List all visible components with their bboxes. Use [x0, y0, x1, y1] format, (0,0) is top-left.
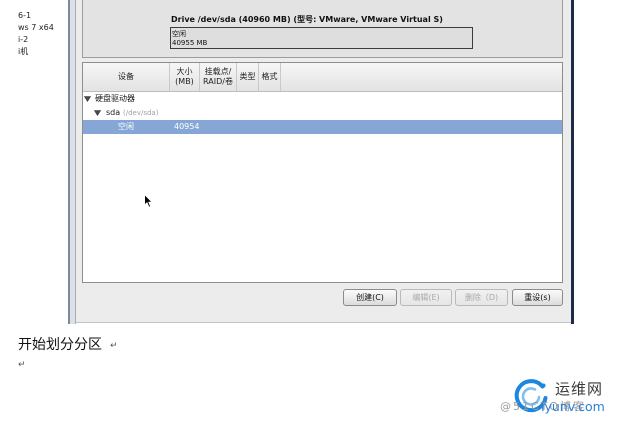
delete-button[interactable]: 删除（D): [455, 289, 508, 306]
side-text-fragment: i-2: [18, 35, 29, 44]
column-header-label: 设备: [118, 72, 134, 81]
triangle-down-icon[interactable]: [94, 110, 101, 116]
partition-tree[interactable]: 设备 大小 (MB) 挂载点/ RAID/卷 类型 格式 硬盘驱动器 sda (…: [82, 62, 563, 283]
device-size: 40954: [174, 122, 200, 131]
watermark-domain: iyunv.com: [541, 399, 605, 414]
disk-usage-bar[interactable]: 空闲 40955 MB: [170, 27, 473, 49]
column-header-filler: [281, 63, 562, 91]
caption-text: 开始划分分区: [18, 337, 102, 353]
column-header-mount-point: 挂载点/ RAID/卷: [200, 63, 237, 91]
tree-header: 设备 大小 (MB) 挂载点/ RAID/卷 类型 格式: [83, 63, 562, 92]
tree-row-sda[interactable]: sda (/dev/sda): [83, 106, 562, 120]
installer-screenshot: Drive /dev/sda (40960 MB) (型号: VMware, V…: [68, 0, 574, 324]
device-name: 空闲: [118, 122, 134, 131]
tree-row-hard-drives[interactable]: 硬盘驱动器: [83, 92, 562, 106]
side-text-fragment: 6-1: [18, 11, 32, 20]
paragraph-mark: ↵: [18, 360, 26, 370]
watermark-site-name: 运维网: [555, 380, 604, 398]
drive-panel: Drive /dev/sda (40960 MB) (型号: VMware, V…: [82, 0, 563, 58]
column-header-label: 类型: [239, 72, 256, 81]
reset-button[interactable]: 重设(s): [512, 289, 563, 306]
segment-label: 空闲: [172, 30, 186, 38]
drive-label: Drive /dev/sda (40960 MB) (型号: VMware, V…: [171, 15, 443, 24]
edit-button[interactable]: 编辑(E): [400, 289, 452, 306]
column-header-type: 类型: [237, 63, 259, 91]
column-header-size: 大小 (MB): [170, 63, 200, 91]
triangle-down-icon[interactable]: [84, 96, 91, 102]
column-header-label: 大小: [176, 67, 193, 76]
device-name: sda: [106, 108, 121, 117]
device-path: (/dev/sda): [123, 109, 159, 117]
segment-size: 40955 MB: [172, 39, 208, 47]
tree-row-free-space[interactable]: 空闲 40954: [83, 120, 562, 134]
column-header-format: 格式: [259, 63, 281, 91]
document-caption: 开始划分分区 ↵: [18, 336, 118, 355]
column-header-device: 设备: [83, 63, 170, 91]
create-button[interactable]: 创建(C): [343, 289, 397, 306]
device-name: 硬盘驱动器: [95, 94, 135, 103]
window-frame-right: [571, 0, 574, 324]
side-text-fragment: i机: [18, 47, 29, 56]
partition-window: Drive /dev/sda (40960 MB) (型号: VMware, V…: [76, 0, 571, 323]
paragraph-mark: ↵: [110, 341, 118, 351]
free-space-segment[interactable]: 空闲 40955 MB: [171, 28, 472, 48]
column-header-label: 格式: [261, 72, 278, 81]
mouse-pointer-icon: [144, 194, 153, 208]
column-header-label: 挂载点/: [204, 67, 232, 76]
side-text-fragment: ws 7 x64: [18, 23, 54, 32]
column-header-label: (MB): [175, 77, 194, 86]
column-header-label: RAID/卷: [203, 77, 233, 86]
